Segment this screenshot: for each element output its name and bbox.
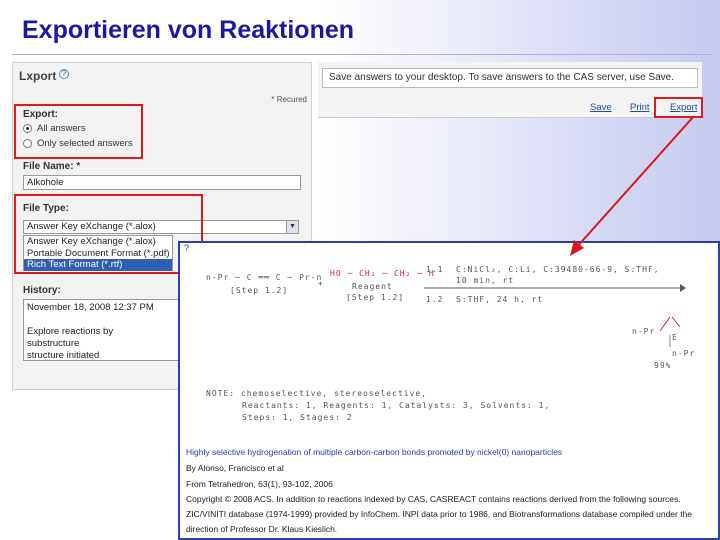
slide-title: Exportieren von Reaktionen: [22, 16, 355, 44]
reagent-step: [Step 1.2]: [346, 293, 405, 302]
reactant-structure: n-Pr ─ C ══ C ─ Pr-n: [206, 273, 323, 282]
panel-heading: Lxport: [19, 69, 57, 83]
condition-2-number: 1.2: [426, 295, 444, 304]
rtf-document-preview: ? n-Pr ─ C ══ C ─ Pr-n [Step 1.2] + HO ─…: [178, 241, 720, 540]
condition-2: S:THF, 24 h, rt: [456, 295, 544, 304]
highlight-file-type: [14, 194, 203, 274]
product-substituent-bottom: n-Pr: [672, 349, 696, 358]
file-name-label: File Name: *: [23, 161, 81, 172]
question-mark: ?: [184, 243, 190, 253]
condition-1-number: 1.1: [426, 265, 444, 274]
condition-1: C:NiCl₂, C:Li, C:39480-66-9, S:THF,: [456, 265, 660, 274]
help-icon[interactable]: ?: [59, 69, 69, 79]
direction-notice: direction of Professor Dr. Klaus Kieslic…: [186, 524, 338, 534]
reaction-arrow: [424, 284, 686, 292]
article-title: Highly selective hydrogenation of multip…: [186, 447, 563, 457]
data-sources-notice: ZIC/VINITI database (1974-1999) provided…: [186, 509, 693, 519]
reagent-structure: HO ─ CH₂ ─ CH₂ ─ H: [330, 269, 435, 278]
notes-line-1: NOTE: chemoselective, stereoselective,: [206, 389, 428, 398]
chevron-down-icon[interactable]: ▼: [286, 221, 298, 233]
highlight-export-options: [14, 104, 143, 159]
save-message: Save answers to your desktop. To save an…: [322, 68, 698, 88]
article-source: From Tetrahedron, 63(1), 93-102, 2006: [186, 479, 333, 489]
history-label: History:: [23, 285, 61, 296]
export-toolbar: Save answers to your desktop. To save an…: [318, 62, 702, 118]
product-stereo-label: E: [672, 333, 678, 342]
plus-sign: +: [318, 279, 324, 288]
title-divider: [12, 54, 712, 55]
notes-line-3: Steps: 1, Stages: 2: [242, 413, 353, 422]
copyright-notice: Copyright © 2008 ACS. In addition to rea…: [186, 494, 681, 504]
product-structure: [659, 316, 681, 347]
file-name-field[interactable]: Alkohole: [23, 175, 301, 190]
article-authors: By Alonso, Francisco et al: [186, 463, 284, 473]
notes-line-2: Reactants: 1, Reagents: 1, Catalysts: 3,…: [242, 401, 551, 410]
reagent-label: Reagent: [352, 282, 393, 291]
required-note: * Recured: [271, 95, 307, 104]
product-yield: 99%: [654, 361, 672, 370]
reactant-step: [Step 1.2]: [230, 286, 289, 295]
callout-arrow: [570, 115, 695, 256]
product-substituent-top: n-Pr: [632, 327, 656, 336]
